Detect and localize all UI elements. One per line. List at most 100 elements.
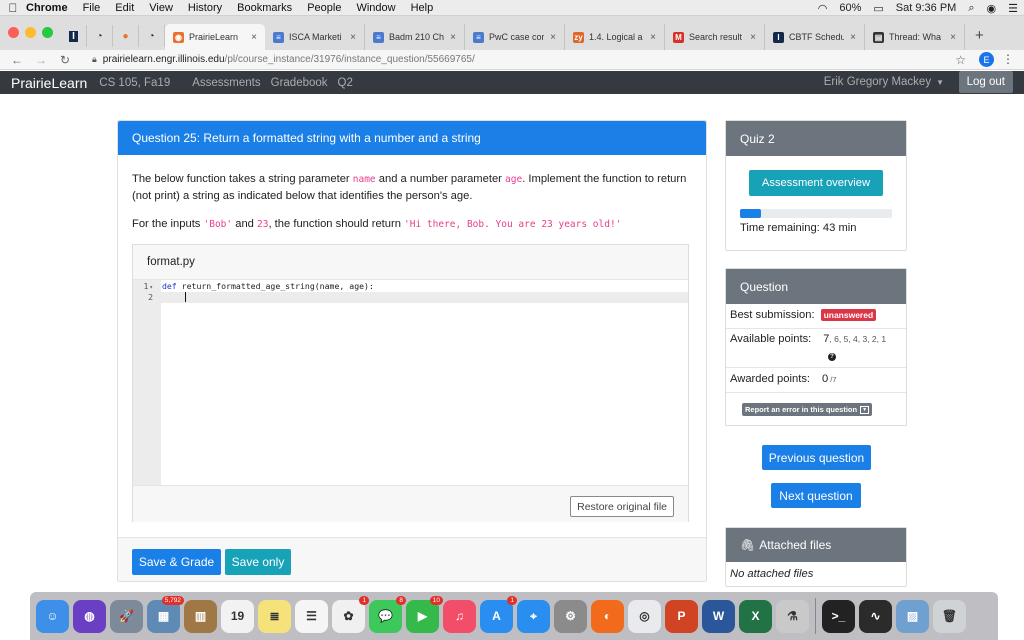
- github-icon: ◔: [148, 30, 155, 42]
- siri-menu-icon[interactable]: ◉: [987, 2, 997, 15]
- browser-tab[interactable]: M Search result ×: [665, 24, 765, 50]
- tab-close-icon[interactable]: ×: [750, 32, 756, 43]
- wifi-icon[interactable]: ◠: [818, 2, 828, 15]
- spotlight-search-icon[interactable]: ⌕: [968, 2, 974, 15]
- tab-close-icon[interactable]: ×: [650, 32, 656, 43]
- menu-history[interactable]: History: [188, 2, 222, 14]
- safari-icon[interactable]: ⌖: [517, 599, 550, 633]
- nav-gradebook[interactable]: Gradebook: [271, 77, 328, 89]
- code-editor[interactable]: 1▾ def return_formatted_age_string(name,…: [133, 280, 688, 485]
- previous-question-button[interactable]: Previous question: [762, 445, 871, 470]
- line-number-text: 1: [143, 281, 149, 291]
- forward-arrow-icon[interactable]: →: [34, 53, 48, 67]
- menu-people[interactable]: People: [307, 2, 341, 14]
- app-store-icon[interactable]: A1: [480, 595, 517, 633]
- back-arrow-icon[interactable]: ←: [10, 53, 24, 67]
- tab-close-icon[interactable]: ×: [350, 32, 356, 43]
- nav-q2[interactable]: Q2: [338, 77, 353, 89]
- pinned-tab-github-2[interactable]: ◔: [139, 25, 165, 47]
- tab-close-icon[interactable]: ×: [950, 32, 956, 43]
- browser-tab[interactable]: ≡ ISCA Marketi ×: [265, 24, 365, 50]
- notification-center-icon[interactable]: ☰: [1008, 2, 1018, 15]
- save-grade-button[interactable]: Save & Grade: [132, 549, 221, 575]
- menu-file[interactable]: File: [83, 2, 101, 14]
- new-tab-button[interactable]: +: [965, 27, 994, 50]
- tab-close-icon[interactable]: ×: [450, 32, 456, 43]
- menu-bookmarks[interactable]: Bookmarks: [237, 2, 292, 14]
- profile-avatar[interactable]: E: [979, 52, 994, 67]
- user-menu[interactable]: Erik Gregory Mackey ▼: [824, 76, 944, 88]
- chrome-menu-icon[interactable]: ⋮: [1002, 52, 1014, 66]
- minimize-window-icon[interactable]: [25, 27, 36, 38]
- chrome-icon[interactable]: ◎: [628, 599, 661, 633]
- zoom-window-icon[interactable]: [42, 27, 53, 38]
- preview-icon[interactable]: ▨: [896, 599, 929, 633]
- facetime-icon[interactable]: ▶ 10: [406, 595, 443, 633]
- word-icon[interactable]: W: [702, 599, 735, 633]
- function-signature: return_formatted_age_string(name, age):: [176, 281, 374, 291]
- pinned-tab-illinois[interactable]: I: [61, 25, 87, 47]
- firefox-icon[interactable]: ◐: [591, 599, 624, 633]
- notebook-icon[interactable]: ▥: [184, 599, 217, 633]
- browser-tab[interactable]: ≡ PwC case cor ×: [465, 24, 565, 50]
- system-preferences-icon[interactable]: ⚙: [554, 599, 587, 633]
- photo-app-icon[interactable]: ▦ 5,792: [147, 595, 184, 633]
- code-expected-output: 'Hi there, Bob. You are 23 years old!': [404, 219, 622, 230]
- scientist-icon[interactable]: ⚗: [776, 599, 809, 633]
- menu-window[interactable]: Window: [356, 2, 395, 14]
- reminders-icon[interactable]: ☰: [295, 599, 328, 633]
- code-line-2[interactable]: 2: [133, 292, 688, 303]
- brand-link[interactable]: PrairieLearn: [11, 75, 87, 91]
- pinned-tab-orange[interactable]: ●: [113, 25, 139, 47]
- browser-tab[interactable]: I CBTF Schedu ×: [765, 24, 865, 50]
- trash-icon[interactable]: 🗑: [933, 599, 966, 633]
- tab-close-icon[interactable]: ×: [550, 32, 556, 43]
- pinned-tab-github[interactable]: ◔: [87, 25, 113, 47]
- menu-chrome[interactable]: Chrome: [26, 2, 68, 14]
- battery-percent[interactable]: 60%: [839, 2, 861, 14]
- siri-icon[interactable]: ◍: [73, 599, 106, 633]
- menu-edit[interactable]: Edit: [115, 2, 134, 14]
- fold-arrow-icon[interactable]: ▾: [149, 284, 153, 291]
- bookmark-star-icon[interactable]: ☆: [955, 53, 966, 67]
- nav-assessments[interactable]: Assessments: [192, 77, 260, 89]
- close-window-icon[interactable]: [8, 27, 19, 38]
- url-field[interactable]: prairielearn.engr.illinois.edu/pl/course…: [103, 54, 475, 65]
- awarded-points-value: 0: [822, 373, 829, 385]
- browser-tab[interactable]: ≡ Badm 210 Ch ×: [365, 24, 465, 50]
- lock-icon[interactable]: 🔒︎: [92, 54, 97, 65]
- finder-icon[interactable]: ☺: [36, 599, 69, 633]
- help-question-icon[interactable]: ?: [828, 353, 836, 361]
- browser-tab[interactable]: ▤ Thread: Wha ×: [865, 24, 965, 50]
- powerpoint-icon[interactable]: P: [665, 599, 698, 633]
- browser-tab[interactable]: ◉ PrairieLearn ×: [165, 24, 265, 50]
- code-line-1[interactable]: 1▾ def return_formatted_age_string(name,…: [133, 281, 688, 292]
- browser-tab[interactable]: zy 1.4. Logical a ×: [565, 24, 665, 50]
- course-link[interactable]: CS 105, Fa19: [99, 77, 170, 89]
- report-error-button[interactable]: Report an error in this question ▼: [742, 403, 873, 416]
- calendar-icon[interactable]: 19: [221, 599, 254, 633]
- tab-favicon-icon: ≡: [473, 31, 484, 43]
- notes-icon[interactable]: ≣: [258, 599, 291, 633]
- tab-close-icon[interactable]: ×: [850, 32, 856, 43]
- menu-help[interactable]: Help: [411, 2, 434, 14]
- messages-icon[interactable]: 💬 8: [369, 595, 406, 633]
- assessment-overview-button[interactable]: Assessment overview: [749, 170, 883, 196]
- music-icon[interactable]: ♫: [443, 599, 476, 633]
- keyword-def: def: [161, 281, 177, 291]
- dock-glyph: ▥: [194, 609, 207, 623]
- tab-close-icon[interactable]: ×: [251, 32, 257, 43]
- logout-button[interactable]: Log out: [958, 71, 1013, 93]
- save-only-button[interactable]: Save only: [225, 549, 291, 575]
- restore-original-file-button[interactable]: Restore original file: [570, 496, 674, 517]
- activity-monitor-icon[interactable]: ∿: [859, 599, 892, 633]
- launchpad-icon[interactable]: 🚀: [110, 599, 143, 633]
- apple-icon[interactable]: : [0, 1, 26, 15]
- clock[interactable]: Sat 9:36 PM: [896, 2, 957, 14]
- next-question-button[interactable]: Next question: [771, 483, 861, 508]
- excel-icon[interactable]: X: [739, 599, 772, 633]
- terminal-icon[interactable]: >_: [822, 599, 855, 633]
- menu-view[interactable]: View: [149, 2, 173, 14]
- reload-icon[interactable]: ↻: [58, 53, 72, 67]
- photos-icon[interactable]: ✿ 1: [332, 595, 369, 633]
